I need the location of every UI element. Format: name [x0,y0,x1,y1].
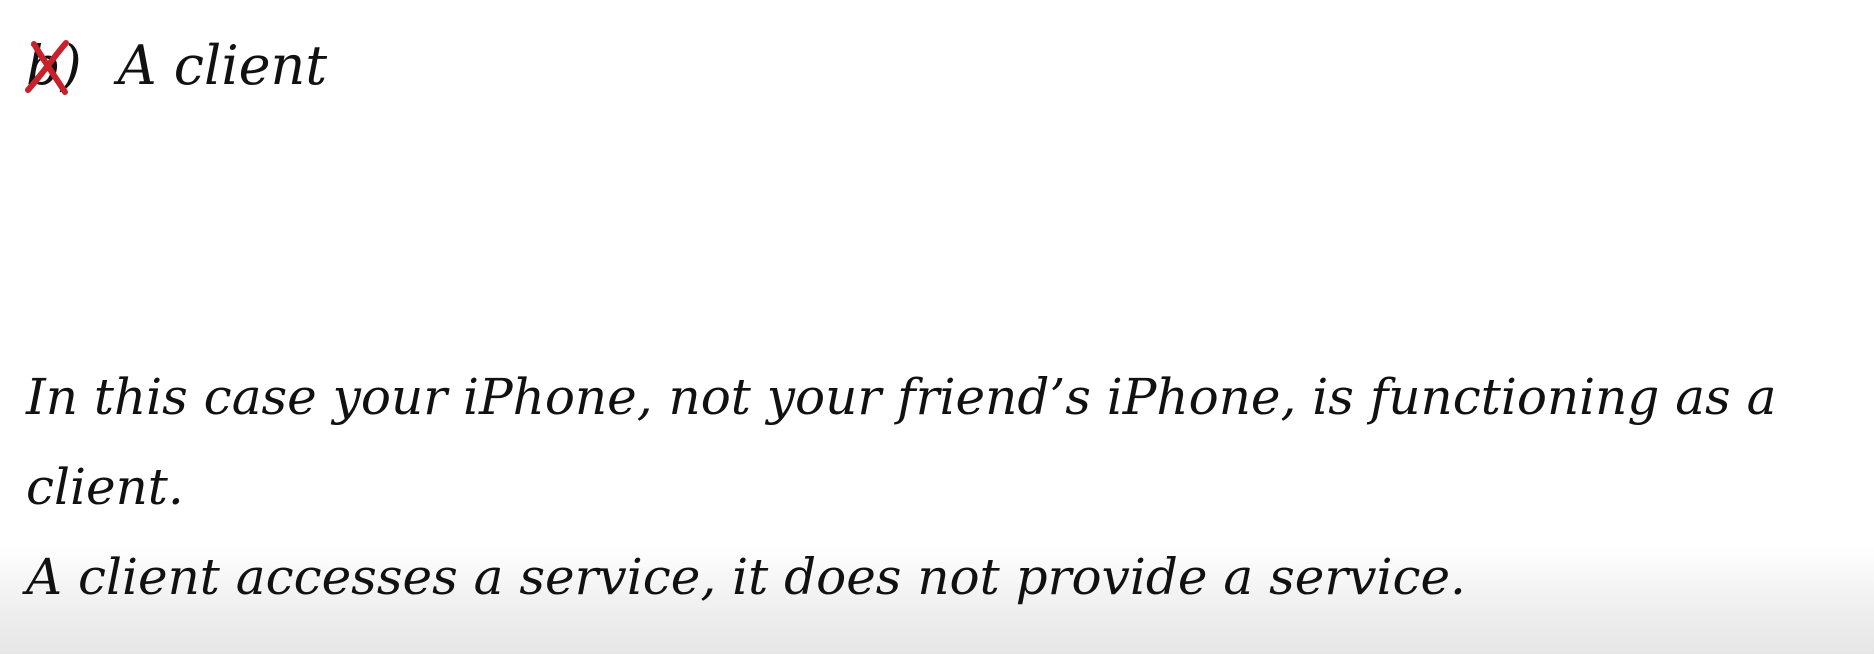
option-marker-text: b) [26,34,82,97]
explanation-line: A client accesses a service, it does not… [26,548,1466,606]
explanation-line: In this case your iPhone, not your frien… [26,368,1777,516]
option-label: A client [117,34,328,97]
answer-option: b) A client [25,30,328,102]
option-marker: b) [25,30,82,102]
explanation-text: In this case your iPhone, not your frien… [26,352,1846,622]
